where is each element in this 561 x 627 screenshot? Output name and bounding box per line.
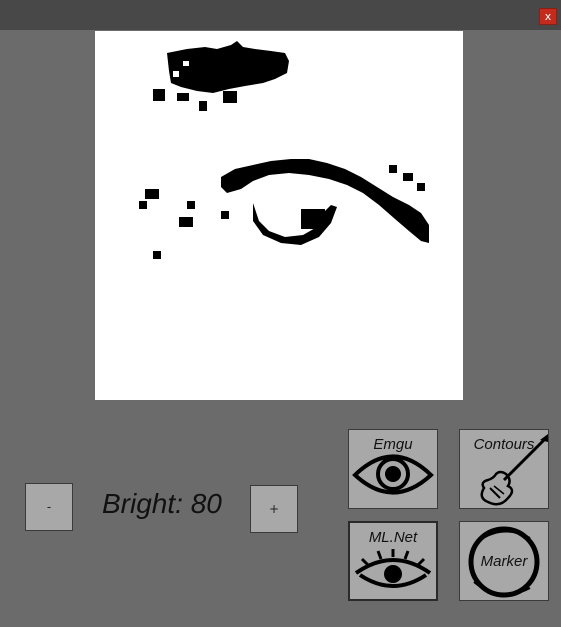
brightness-decrease-button[interactable]: - bbox=[25, 483, 73, 531]
mlnet-button[interactable]: ML.Net bbox=[348, 521, 438, 601]
emgu-button[interactable]: Emgu bbox=[348, 429, 438, 509]
close-button[interactable]: x bbox=[539, 8, 557, 25]
contours-label: Contours bbox=[473, 436, 535, 453]
marker-label: Marker bbox=[480, 553, 528, 570]
binary-eye-image bbox=[95, 31, 463, 400]
brightness-label: Bright: 80 bbox=[102, 488, 222, 519]
emgu-label: Emgu bbox=[373, 436, 413, 453]
mlnet-label: ML.Net bbox=[368, 529, 418, 546]
marker-button[interactable]: Marker bbox=[459, 521, 549, 601]
brightness-increase-button[interactable]: + bbox=[250, 485, 298, 533]
title-bar: x bbox=[0, 0, 561, 30]
contours-button[interactable]: Contours bbox=[459, 429, 549, 509]
